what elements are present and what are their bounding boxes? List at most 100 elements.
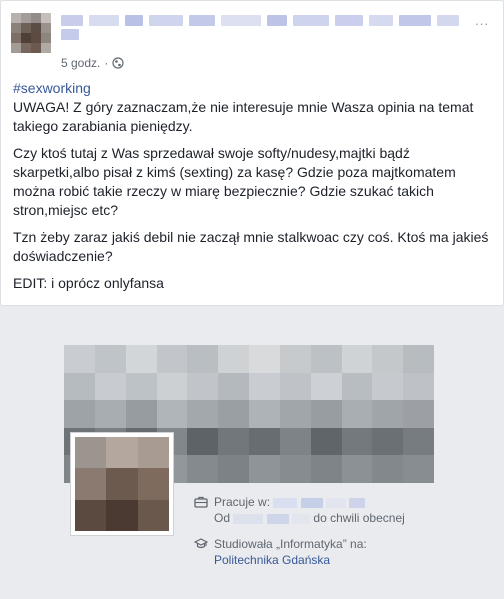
- post-paragraph: EDIT: i oprócz onlyfansa: [13, 275, 164, 291]
- pixel-block: [187, 400, 219, 428]
- briefcase-icon: [194, 496, 208, 508]
- pixel-block: [187, 455, 219, 483]
- redacted-text: [149, 15, 183, 26]
- pixel-block: [279, 427, 311, 456]
- pixel-block: [279, 455, 311, 483]
- pixel-block: [137, 468, 169, 500]
- pixel-block: [31, 23, 41, 33]
- pixel-block: [310, 427, 342, 456]
- pixel-block: [106, 437, 138, 469]
- redacted-text: [437, 15, 459, 26]
- pixel-block: [64, 372, 95, 401]
- redacted-text: [273, 497, 298, 508]
- pixel-block: [41, 13, 51, 23]
- redacted-text: [233, 513, 264, 524]
- pixel-block: [372, 345, 404, 373]
- pixel-block: [11, 33, 21, 43]
- post-meta: 5 godz. ·: [61, 56, 124, 70]
- hashtag-link[interactable]: #sexworking: [13, 79, 493, 98]
- redacted-text: [125, 15, 143, 26]
- pixel-block: [341, 427, 373, 456]
- pixel-block: [403, 400, 434, 428]
- pixel-block: [75, 437, 107, 469]
- pixel-block: [137, 499, 169, 531]
- pixel-block: [187, 427, 219, 456]
- pixel-block: [125, 372, 157, 401]
- pixel-block: [11, 43, 21, 53]
- globe-icon[interactable]: [112, 57, 124, 69]
- pixel-block: [403, 345, 434, 373]
- study-label: Studiowała „Informatyka” na:: [214, 537, 367, 551]
- pixel-block: [156, 400, 188, 428]
- pixel-block: [11, 13, 21, 23]
- pixel-block: [372, 400, 404, 428]
- pixel-block: [64, 345, 95, 373]
- redacted-text: [189, 15, 215, 26]
- pixel-block: [372, 372, 404, 401]
- pixel-block: [156, 372, 188, 401]
- redacted-text: [89, 15, 119, 26]
- pixel-block: [94, 345, 126, 373]
- meta-separator: ·: [104, 56, 109, 70]
- profile-picture[interactable]: [70, 432, 174, 536]
- pixel-block: [21, 13, 31, 23]
- since-prefix: Od: [214, 511, 231, 525]
- pixel-block: [75, 468, 107, 500]
- pixel-block: [21, 23, 31, 33]
- pixel-block: [41, 43, 51, 53]
- pixel-block: [41, 33, 51, 43]
- pixel-block: [403, 372, 434, 401]
- pixel-block: [249, 400, 280, 428]
- pixel-block: [310, 372, 342, 401]
- pixel-block: [137, 437, 169, 469]
- author-avatar[interactable]: [11, 13, 51, 53]
- more-options-icon[interactable]: ...: [475, 13, 489, 28]
- pixel-block: [249, 345, 280, 373]
- post-timestamp[interactable]: 5 godz.: [61, 56, 100, 70]
- pixel-block: [156, 345, 188, 373]
- pixel-block: [11, 23, 21, 33]
- post-paragraph: Czy ktoś tutaj z Was sprzedawał swoje so…: [13, 145, 456, 218]
- since-suffix: do chwili obecnej: [313, 511, 405, 525]
- pixel-block: [341, 455, 373, 483]
- redacted-text: [326, 497, 347, 508]
- pixel-block: [403, 427, 434, 456]
- pixel-block: [249, 427, 280, 456]
- pixel-block: [218, 427, 249, 456]
- pixel-block: [310, 345, 342, 373]
- post-card: ... 5 godz. · #sexworking UWAGA! Z góry …: [0, 0, 504, 306]
- redacted-text: [61, 29, 79, 40]
- author-name-redacted[interactable]: [61, 15, 471, 47]
- pixel-block: [125, 400, 157, 428]
- redacted-text: [335, 15, 363, 26]
- redacted-text: [266, 513, 289, 524]
- pixel-block: [279, 400, 311, 428]
- redacted-text: [292, 513, 311, 524]
- pixel-block: [249, 455, 280, 483]
- redacted-text: [349, 497, 366, 508]
- pixel-block: [106, 499, 138, 531]
- pixel-block: [31, 13, 41, 23]
- post-body: #sexworking UWAGA! Z góry zaznaczam,że n…: [13, 79, 493, 301]
- work-row: Pracuje w: Od do chwili obecnej: [194, 494, 405, 526]
- pixel-block: [21, 33, 31, 43]
- pixel-block: [218, 400, 249, 428]
- redacted-text: [399, 15, 431, 26]
- pixel-block: [31, 33, 41, 43]
- pixel-block: [372, 455, 404, 483]
- school-link[interactable]: Politechnika Gdańska: [214, 552, 367, 568]
- pixel-block: [372, 427, 404, 456]
- pixel-block: [75, 499, 107, 531]
- redacted-text: [221, 15, 261, 26]
- pixel-block: [187, 372, 219, 401]
- pixel-block: [31, 43, 41, 53]
- pixel-block: [341, 372, 373, 401]
- work-label: Pracuje w:: [214, 495, 271, 509]
- pixel-block: [106, 468, 138, 500]
- pixel-block: [187, 345, 219, 373]
- pixel-block: [218, 345, 249, 373]
- graduation-cap-icon: [194, 538, 208, 549]
- redacted-text: [61, 15, 83, 26]
- education-row: Studiowała „Informatyka” na: Politechnik…: [194, 536, 405, 568]
- pixel-block: [279, 372, 311, 401]
